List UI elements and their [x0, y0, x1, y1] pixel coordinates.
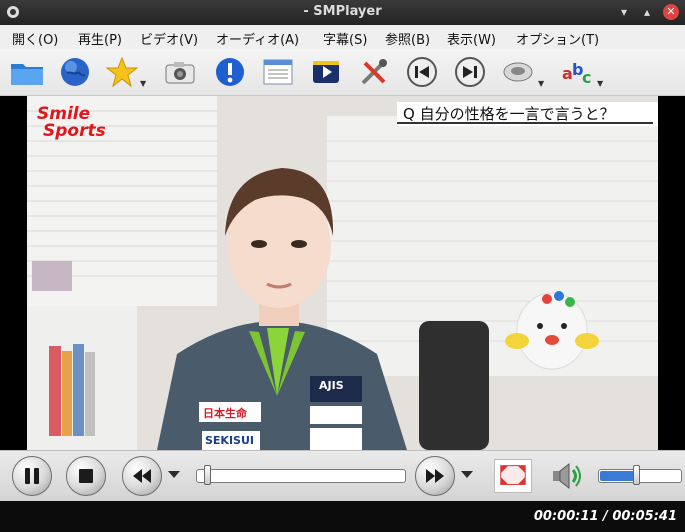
subtitles-icon[interactable]: abc	[560, 55, 596, 89]
next-icon[interactable]	[452, 55, 488, 89]
preferences-tools-icon[interactable]	[356, 55, 392, 89]
previous-icon[interactable]	[404, 55, 440, 89]
jersey-text-3: SEKISUI	[205, 434, 255, 447]
brand-line-2: Sports	[43, 121, 106, 141]
stop-button[interactable]	[66, 456, 106, 496]
jersey-text-1: 日本生命	[203, 407, 247, 420]
speaker-icon	[553, 462, 581, 490]
favorites-dropdown-icon[interactable]: ▼	[140, 79, 146, 88]
seek-bar[interactable]	[196, 469, 406, 483]
status-bar: 00:00:11 / 00:05:41	[0, 501, 685, 532]
video-frame[interactable]: Smile Sports Q 自分の性格を一言で言うと？ 日本生命 AJIS S…	[27, 96, 658, 450]
menu-view[interactable]: 表示(W)	[447, 29, 496, 48]
volume-slider[interactable]	[598, 469, 682, 483]
screenshot-camera-icon[interactable]	[162, 55, 198, 89]
playlist-icon[interactable]	[260, 55, 296, 89]
video-equalizer-icon[interactable]	[308, 55, 344, 89]
audio-track-icon[interactable]	[500, 55, 536, 89]
brand-logo: Smile Sports	[37, 106, 106, 140]
open-folder-icon[interactable]	[9, 55, 45, 89]
pause-button[interactable]	[12, 456, 52, 496]
jersey-text-2: AJIS	[319, 379, 344, 392]
svg-text:c: c	[582, 68, 591, 87]
menu-bar: 開く(O) 再生(P) ビデオ(V) オーディオ(A) 字幕(S) 参照(B) …	[0, 25, 685, 50]
menu-open[interactable]: 開く(O)	[12, 29, 58, 48]
volume-handle[interactable]	[632, 465, 640, 485]
menu-options[interactable]: オプション(T)	[516, 29, 599, 48]
favorites-star-icon[interactable]	[104, 55, 140, 89]
maximize-button[interactable]: ▴	[640, 5, 654, 19]
seek-handle[interactable]	[203, 465, 211, 485]
mute-button[interactable]	[548, 458, 584, 494]
window-title: - SMPlayer	[303, 4, 382, 19]
time-display: 00:00:11 / 00:05:41	[533, 509, 677, 524]
video-scene	[27, 96, 658, 450]
video-area[interactable]: Smile Sports Q 自分の性格を一言で言うと？ 日本生命 AJIS S…	[0, 96, 685, 450]
menu-audio[interactable]: オーディオ(A)	[216, 29, 299, 48]
close-button[interactable]: ✕	[663, 4, 679, 20]
fullscreen-button[interactable]	[494, 459, 532, 493]
menu-browse[interactable]: 参照(B)	[385, 29, 430, 48]
window-titlebar: - SMPlayer ▾ ▴ ✕	[0, 0, 685, 25]
volume-fill	[600, 471, 637, 481]
subtitles-dropdown-icon[interactable]: ▼	[597, 79, 603, 88]
main-toolbar: ▼ ▼ abc ▼	[0, 49, 685, 96]
rewind-button[interactable]	[122, 456, 162, 496]
fullscreen-icon	[500, 465, 526, 485]
forward-dropdown-icon[interactable]	[461, 471, 473, 478]
audio-dropdown-icon[interactable]: ▼	[538, 79, 544, 88]
info-icon[interactable]	[212, 55, 248, 89]
menu-play[interactable]: 再生(P)	[78, 29, 122, 48]
menu-subtitles[interactable]: 字幕(S)	[323, 29, 367, 48]
menu-video[interactable]: ビデオ(V)	[140, 29, 198, 48]
minimize-button[interactable]: ▾	[617, 5, 631, 19]
forward-button[interactable]	[415, 456, 455, 496]
rewind-dropdown-icon[interactable]	[168, 471, 180, 478]
video-caption: Q 自分の性格を一言で言うと？	[397, 102, 658, 126]
globe-icon[interactable]	[57, 55, 93, 89]
playback-controls	[0, 450, 685, 502]
